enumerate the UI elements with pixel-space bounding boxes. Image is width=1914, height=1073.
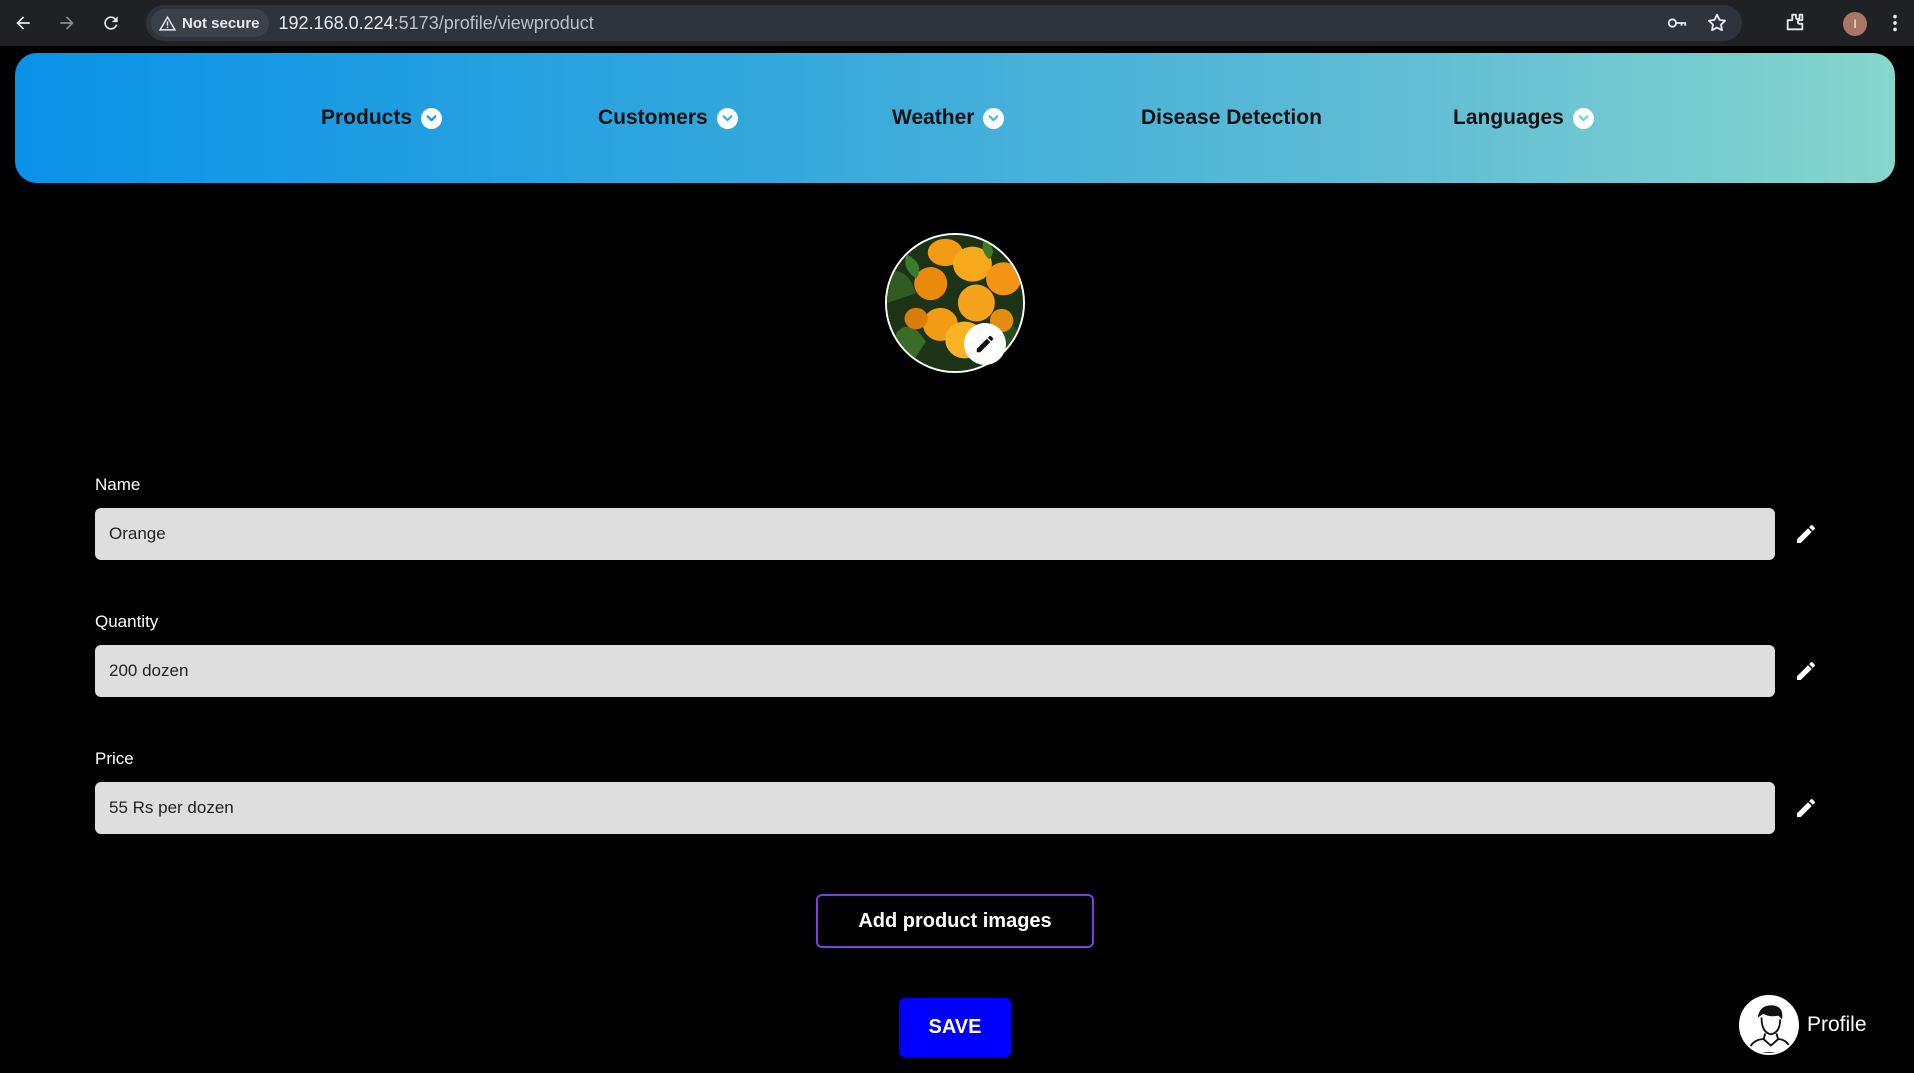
save-button[interactable]: SAVE [899,998,1011,1057]
url-path: :5173/profile/viewproduct [393,12,594,33]
profile-link[interactable]: Profile [1739,994,1867,1056]
nav-item-languages[interactable]: Languages [1453,53,1594,183]
nav-item-label: Disease Detection [1141,106,1322,129]
edit-name-button[interactable] [1793,521,1819,547]
nav-item-disease-detection[interactable]: Disease Detection [1141,53,1322,183]
nav-item-label: Products [321,106,413,129]
bookmark-star-icon[interactable] [1706,12,1728,34]
quantity-input[interactable] [95,645,1775,697]
nav-item-label: Weather [892,106,975,129]
edit-price-button[interactable] [1793,795,1819,821]
name-input[interactable] [95,508,1775,560]
price-input[interactable] [95,782,1775,834]
nav-item-label: Customers [598,106,708,129]
edit-image-button[interactable] [964,323,1006,365]
avatar [1739,995,1799,1055]
address-bar[interactable]: Not secure 192.168.0.224:5173/profile/vi… [146,5,1742,41]
pencil-icon [1797,524,1815,543]
browser-profile-avatar[interactable]: I [1843,12,1867,36]
nav-item-products[interactable]: Products [321,53,443,183]
security-chip[interactable]: Not secure [151,9,269,37]
price-label: Price [95,749,134,768]
pencil-icon [1797,661,1815,680]
reload-icon[interactable] [94,6,128,40]
add-product-images-button[interactable]: Add product images [816,894,1094,948]
forward-icon[interactable] [50,6,84,40]
url-host: 192.168.0.224 [278,12,394,33]
chevron-down-icon [983,107,1005,129]
pencil-icon [976,335,994,353]
chevron-down-icon [716,107,738,129]
back-icon[interactable] [6,6,40,40]
security-label: Not secure [182,14,260,32]
profile-label: Profile [1807,1013,1867,1036]
chevron-down-icon [421,107,443,129]
quantity-label: Quantity [95,612,159,631]
extensions-icon[interactable] [1784,11,1806,33]
key-icon[interactable] [1666,12,1688,34]
chevron-down-icon [1572,107,1594,129]
nav-item-customers[interactable]: Customers [598,53,738,183]
nav-item-weather[interactable]: Weather [892,53,1005,183]
url-text: 192.168.0.224:5173/profile/viewproduct [279,13,594,34]
pencil-icon [1797,798,1815,817]
top-navbar: Products Customers Weather Disease Detec… [15,53,1895,183]
warning-icon [159,15,176,31]
user-avatar-icon [1741,997,1797,1053]
browser-toolbar: Not secure 192.168.0.224:5173/profile/vi… [0,0,1914,46]
nav-item-label: Languages [1453,106,1564,129]
more-menu-icon[interactable] [1884,12,1906,34]
edit-quantity-button[interactable] [1793,658,1819,684]
name-label: Name [95,475,141,494]
